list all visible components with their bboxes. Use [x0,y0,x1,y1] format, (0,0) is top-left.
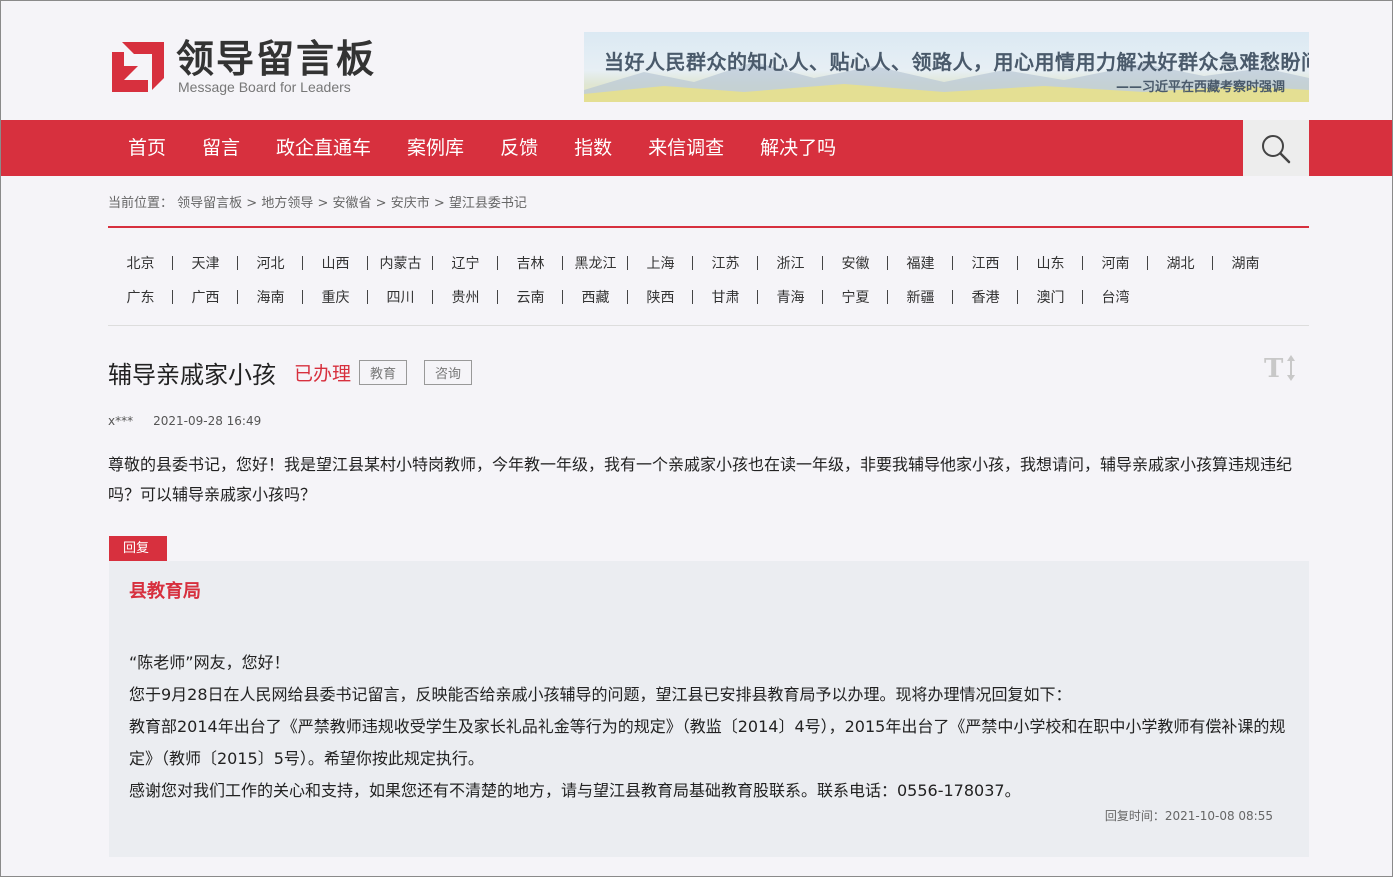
breadcrumb-item-home[interactable]: 领导留言板 [177,196,242,211]
province-link[interactable]: 浙江 [758,253,823,273]
breadcrumb-item-local[interactable]: 地方领导 [261,196,313,211]
nav-item-message[interactable]: 留言 [184,120,258,176]
nav-item-survey[interactable]: 来信调查 [630,120,742,176]
province-row: 北京 天津 河北 山西 内蒙古 辽宁 吉林 黑龙江 上海 江苏 浙江 安徽 福建 江西 山东 河南 湖北 湖南 [108,246,1309,280]
province-link[interactable]: 安徽 [823,253,888,273]
province-link[interactable]: 山东 [1018,253,1083,273]
province-link[interactable]: 青海 [758,287,823,307]
province-link[interactable]: 澳门 [1018,287,1083,307]
nav-item-home[interactable]: 首页 [110,120,184,176]
province-link[interactable]: 吉林 [498,253,563,273]
reply-box: 县教育局 “陈老师”网友，您好！ 您于9月28日在人民网给县委书记留言，反映能否… [109,561,1309,857]
breadcrumb-item-city[interactable]: 安庆市 [391,196,430,211]
province-link[interactable]: 辽宁 [433,253,498,273]
province-link[interactable]: 西藏 [563,287,628,307]
main-nav: 首页 留言 政企直通车 案例库 反馈 指数 来信调查 解决了吗 [0,120,1393,176]
province-link[interactable]: 内蒙古 [368,253,433,273]
reply-line: 您于9月28日在人民网给县委书记留言，反映能否给亲戚小孩辅导的问题，望江县已安排… [129,685,1072,704]
search-icon [1262,135,1291,164]
province-link[interactable]: 陕西 [628,287,693,307]
province-link[interactable]: 重庆 [303,287,368,307]
breadcrumb-divider [108,226,1309,228]
reply-body: “陈老师”网友，您好！ 您于9月28日在人民网给县委书记留言，反映能否给亲戚小孩… [129,647,1289,807]
message-content: 尊敬的县委书记，您好！我是望江县某村小特岗教师，今年教一年级，我有一个亲戚家小孩… [108,455,1293,504]
font-size-icon[interactable]: T [1264,353,1298,383]
province-list: 北京 天津 河北 山西 内蒙古 辽宁 吉林 黑龙江 上海 江苏 浙江 安徽 福建 江西 山东 河南 湖北 湖南 广… [108,246,1309,314]
message-date: 2021-09-28 16:49 [153,414,262,428]
province-link[interactable]: 湖南 [1213,253,1278,273]
logo-mark-icon [112,42,164,92]
province-link[interactable]: 甘肃 [693,287,758,307]
breadcrumb-separator: > [242,196,262,211]
province-link[interactable]: 云南 [498,287,563,307]
province-link[interactable]: 新疆 [888,287,953,307]
province-link[interactable]: 台湾 [1083,287,1148,307]
svg-text:T: T [1264,354,1284,383]
reply-time-label: 回复时间： [1104,809,1165,823]
nav-item-feedback[interactable]: 反馈 [482,120,556,176]
province-link[interactable]: 广东 [108,287,173,307]
province-link[interactable]: 四川 [368,287,433,307]
province-link[interactable]: 北京 [108,253,173,273]
province-link[interactable]: 河北 [238,253,303,273]
province-link[interactable]: 上海 [628,253,693,273]
province-link[interactable]: 江西 [953,253,1018,273]
reply-line: 教育部2014年出台了《严禁教师违规收受学生及家长礼品礼金等行为的规定》（教监〔… [129,717,1286,768]
breadcrumb-separator: > [429,196,449,211]
reply-time-value: 2021-10-08 08:55 [1164,809,1273,823]
breadcrumb: 当前位置： 领导留言板 > 地方领导 > 安徽省 > 安庆市 > 望江县委书记 [108,192,527,211]
message-meta: x*** 2021-09-28 16:49 [108,414,261,428]
reply-organization: 县教育局 [129,581,201,602]
reply-time: 回复时间：2021-10-08 08:55 [1105,807,1273,824]
breadcrumb-item-province[interactable]: 安徽省 [333,196,372,211]
banner-slogan: 当好人民群众的知心人、贴心人、领路人，用心用情用力解决好群众急难愁盼问题。 [604,50,1309,74]
breadcrumb-prefix: 当前位置： [108,196,174,211]
logo-title: 领导留言板 [176,37,377,81]
province-link[interactable]: 江苏 [693,253,758,273]
nav-item-cases[interactable]: 案例库 [389,120,482,176]
reply-line: “陈老师”网友，您好！ [129,653,290,672]
site-logo[interactable]: 领导留言板 Message Board for Leaders [110,36,380,96]
message-title-row: 辅导亲戚家小孩 已办理 教育 咨询 [108,355,473,389]
province-link[interactable]: 福建 [888,253,953,273]
province-link[interactable]: 海南 [238,287,303,307]
reply-tab: 回复 [109,536,167,562]
province-row: 广东 广西 海南 重庆 四川 贵州 云南 西藏 陕西 甘肃 青海 宁夏 新疆 香港 澳门 台湾 [108,280,1309,314]
nav-item-gov-enterprise[interactable]: 政企直通车 [258,120,389,176]
breadcrumb-separator: > [371,196,391,211]
slogan-banner[interactable]: 当好人民群众的知心人、贴心人、领路人，用心用情用力解决好群众急难愁盼问题。 ——… [584,32,1309,102]
province-link[interactable]: 广西 [173,287,238,307]
province-link[interactable]: 黑龙江 [563,253,628,273]
province-link[interactable]: 天津 [173,253,238,273]
site-header: 领导留言板 Message Board for Leaders 当好人民群众的知… [0,0,1393,120]
breadcrumb-separator: > [313,196,333,211]
nav-items: 首页 留言 政企直通车 案例库 反馈 指数 来信调查 解决了吗 [110,120,854,176]
province-link[interactable]: 香港 [953,287,1018,307]
tag-education[interactable]: 教育 [359,359,408,385]
tag-inquiry[interactable]: 咨询 [424,359,473,385]
province-link[interactable]: 贵州 [433,287,498,307]
author: x*** [108,414,134,428]
message-title: 辅导亲戚家小孩 [108,360,276,389]
nav-item-index[interactable]: 指数 [556,120,630,176]
status-badge: 已办理 [294,362,352,385]
nav-item-resolved[interactable]: 解决了吗 [742,120,854,176]
province-link[interactable]: 河南 [1083,253,1148,273]
province-link[interactable]: 宁夏 [823,287,888,307]
reply-line: 感谢您对我们工作的关心和支持，如果您还有不清楚的地方，请与望江县教育局基础教育股… [129,781,1021,800]
logo-subtitle: Message Board for Leaders [178,79,351,95]
province-link[interactable]: 山西 [303,253,368,273]
breadcrumb-item-leader[interactable]: 望江县委书记 [449,196,527,211]
banner-attribution: ——习近平在西藏考察时强调 [1115,80,1285,95]
province-divider [108,325,1309,326]
province-link[interactable]: 湖北 [1148,253,1213,273]
search-button[interactable] [1243,120,1309,176]
